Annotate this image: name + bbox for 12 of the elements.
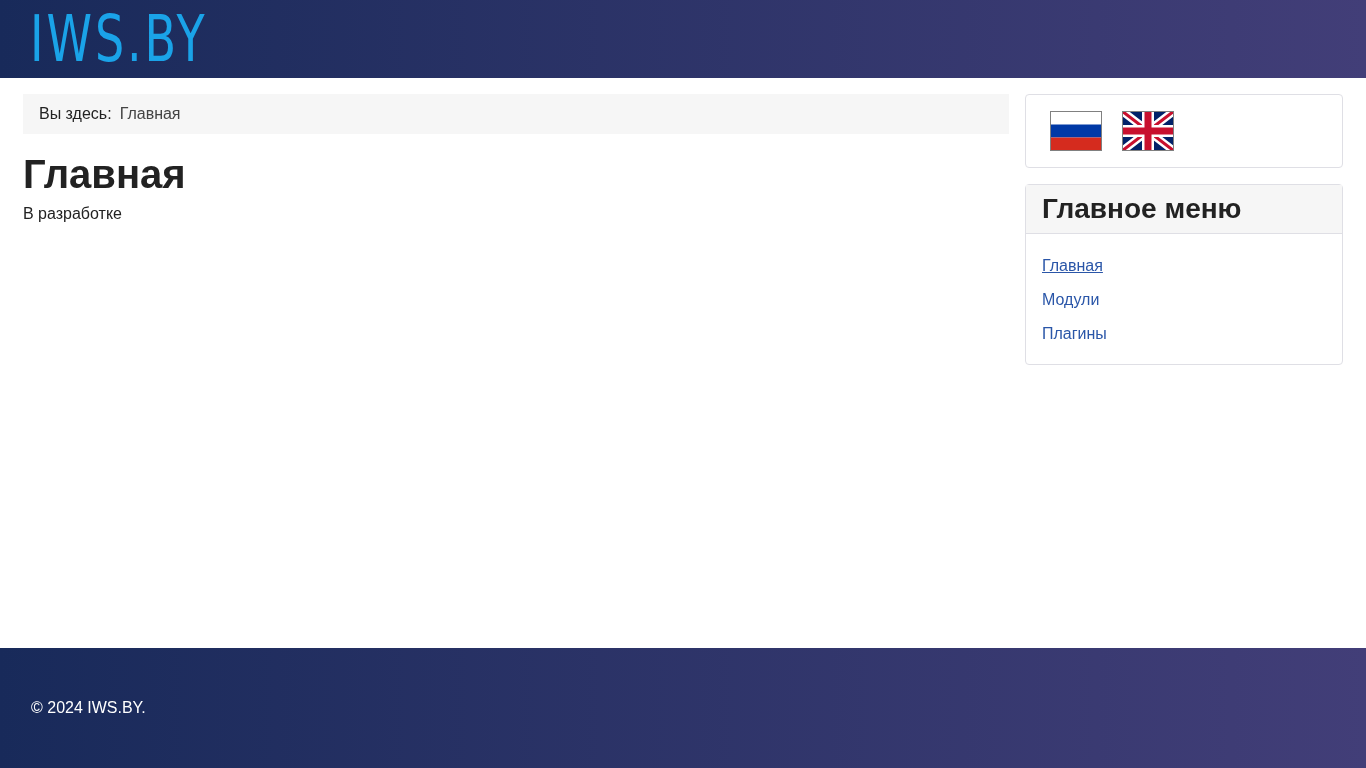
- menu-link[interactable]: Главная: [1042, 257, 1103, 274]
- article-text: В разработке: [23, 204, 123, 224]
- russian-flag-icon[interactable]: [1050, 111, 1102, 151]
- menu-title: Главное меню: [1042, 192, 1242, 226]
- british-flag-icon[interactable]: [1122, 111, 1174, 151]
- copyright-text: © 2024 IWS.BY.: [31, 698, 146, 718]
- page-title: Главная: [23, 151, 187, 198]
- menu-link[interactable]: Модули: [1042, 291, 1100, 308]
- site-logo[interactable]: IWS.BY: [30, 7, 208, 71]
- breadcrumb-label: Вы здесь:: [39, 104, 112, 124]
- menu-link[interactable]: Плагины: [1042, 325, 1107, 342]
- breadcrumb-item: Главная: [119, 104, 181, 124]
